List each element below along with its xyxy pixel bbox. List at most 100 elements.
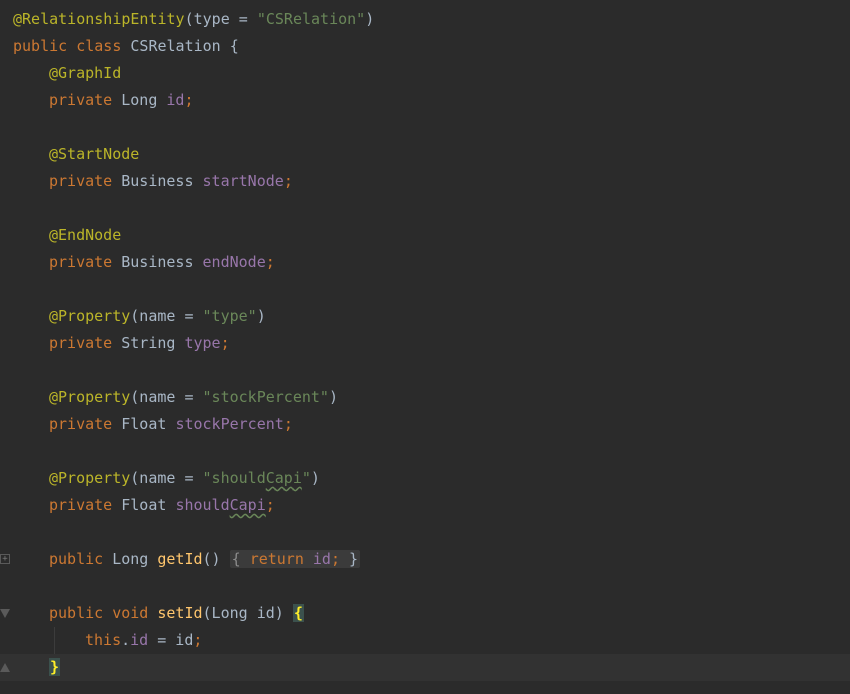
code-token: ; bbox=[283, 415, 293, 433]
code-line[interactable]: public void setId(Long id) { bbox=[0, 600, 850, 627]
code-token: "stockPercent" bbox=[202, 388, 329, 406]
code-token: Float bbox=[121, 415, 176, 433]
code-token: private bbox=[49, 91, 122, 109]
code-token: } bbox=[349, 550, 359, 568]
code-token: (name = bbox=[130, 469, 203, 487]
code-line[interactable]: @GraphId bbox=[0, 60, 850, 87]
code-line[interactable]: @StartNode bbox=[0, 141, 850, 168]
code-token: "CSRelation" bbox=[256, 10, 366, 28]
code-line[interactable]: @Property(name = "shouldCapi") bbox=[0, 465, 850, 492]
code-token: @RelationshipEntity bbox=[13, 10, 185, 28]
code-line[interactable]: private Business endNode; bbox=[0, 249, 850, 276]
matched-brace: { bbox=[292, 604, 304, 622]
code-token: CSRelation { bbox=[130, 37, 239, 55]
code-token: = id bbox=[157, 631, 194, 649]
code-token: ; bbox=[283, 172, 293, 190]
code-text: public class CSRelation { bbox=[13, 33, 239, 60]
code-token: . bbox=[121, 631, 131, 649]
code-token: public bbox=[49, 550, 113, 568]
code-token: stockPercent bbox=[175, 415, 284, 433]
code-token: getId bbox=[157, 550, 203, 568]
code-line[interactable]: public Long getId() { return id; } bbox=[0, 546, 850, 573]
code-text: @Property(name = "shouldCapi") bbox=[49, 465, 320, 492]
code-line[interactable]: @RelationshipEntity(type = "CSRelation") bbox=[0, 6, 850, 33]
code-token: setId bbox=[157, 604, 203, 622]
code-line[interactable]: @Property(name = "stockPercent") bbox=[0, 384, 850, 411]
code-line[interactable] bbox=[0, 519, 850, 546]
code-text: @GraphId bbox=[49, 60, 121, 87]
code-line[interactable] bbox=[0, 276, 850, 303]
code-line[interactable] bbox=[0, 195, 850, 222]
code-line[interactable]: this.id = id; bbox=[0, 627, 850, 654]
code-token: startNode bbox=[202, 172, 284, 190]
code-line[interactable] bbox=[0, 573, 850, 600]
code-token: ; bbox=[265, 496, 275, 514]
code-token: @Property bbox=[49, 307, 131, 325]
code-line[interactable] bbox=[0, 114, 850, 141]
code-token: Long bbox=[121, 91, 167, 109]
code-token: @Property bbox=[49, 388, 131, 406]
code-line[interactable]: private Long id; bbox=[0, 87, 850, 114]
code-token: Business bbox=[121, 172, 203, 190]
code-text: private String type; bbox=[49, 330, 230, 357]
code-token: ; bbox=[220, 334, 230, 352]
code-text: } bbox=[49, 654, 61, 681]
code-token: @Property bbox=[49, 469, 131, 487]
code-line[interactable]: } bbox=[0, 654, 850, 681]
code-line[interactable]: private String type; bbox=[0, 330, 850, 357]
code-token: id bbox=[312, 550, 331, 568]
code-token: id bbox=[130, 631, 158, 649]
code-text: @Property(name = "stockPercent") bbox=[49, 384, 338, 411]
code-text: private Long id; bbox=[49, 87, 194, 114]
code-line[interactable]: private Float stockPercent; bbox=[0, 411, 850, 438]
code-token: @StartNode bbox=[49, 145, 140, 163]
code-token: this bbox=[85, 631, 122, 649]
code-line[interactable]: public class CSRelation { bbox=[0, 33, 850, 60]
code-editor[interactable]: @RelationshipEntity(type = "CSRelation")… bbox=[0, 0, 850, 694]
code-token: (name = bbox=[130, 307, 203, 325]
code-line[interactable]: private Business startNode; bbox=[0, 168, 850, 195]
code-text: public void setId(Long id) { bbox=[49, 600, 304, 627]
code-token: Business bbox=[121, 253, 203, 271]
code-token: () bbox=[202, 550, 230, 568]
matched-brace: } bbox=[49, 658, 61, 676]
code-token: public void bbox=[49, 604, 158, 622]
code-line[interactable] bbox=[0, 357, 850, 384]
code-text: this.id = id; bbox=[85, 627, 202, 654]
code-line[interactable]: @Property(name = "type") bbox=[0, 303, 850, 330]
code-token: "should bbox=[202, 469, 266, 487]
code-token: "type" bbox=[202, 307, 257, 325]
code-token: (Long id) bbox=[202, 604, 293, 622]
code-text: private Float shouldCapi; bbox=[49, 492, 275, 519]
code-line[interactable]: private Float shouldCapi; bbox=[0, 492, 850, 519]
code-token: private bbox=[49, 253, 122, 271]
code-token: @GraphId bbox=[49, 64, 122, 82]
indent-guide bbox=[54, 627, 55, 654]
code-token: ) bbox=[365, 10, 375, 28]
code-token: private bbox=[49, 172, 122, 190]
code-token: id bbox=[166, 91, 185, 109]
fold-end-icon[interactable] bbox=[0, 663, 10, 672]
code-token: (type = bbox=[184, 10, 257, 28]
code-token: should bbox=[175, 496, 230, 514]
code-token: public class bbox=[13, 37, 131, 55]
code-text: private Float stockPercent; bbox=[49, 411, 293, 438]
code-token: private bbox=[49, 334, 122, 352]
code-text: @EndNode bbox=[49, 222, 121, 249]
code-line[interactable] bbox=[0, 438, 850, 465]
fold-open-icon[interactable] bbox=[0, 609, 10, 618]
code-token: (name = bbox=[130, 388, 203, 406]
code-text: private Business endNode; bbox=[49, 249, 275, 276]
code-token: return bbox=[249, 550, 313, 568]
folded-method-body[interactable]: { return id; } bbox=[229, 550, 361, 568]
code-token: String bbox=[121, 334, 185, 352]
plus-box-icon[interactable]: + bbox=[0, 554, 10, 564]
code-token: Float bbox=[121, 496, 176, 514]
code-line[interactable]: @EndNode bbox=[0, 222, 850, 249]
code-token: ; bbox=[184, 91, 194, 109]
code-text: public Long getId() { return id; } bbox=[49, 546, 361, 573]
code-token: ; bbox=[193, 631, 203, 649]
code-token: Long bbox=[112, 550, 158, 568]
code-text: @Property(name = "type") bbox=[49, 303, 266, 330]
code-text: @RelationshipEntity(type = "CSRelation") bbox=[13, 6, 374, 33]
